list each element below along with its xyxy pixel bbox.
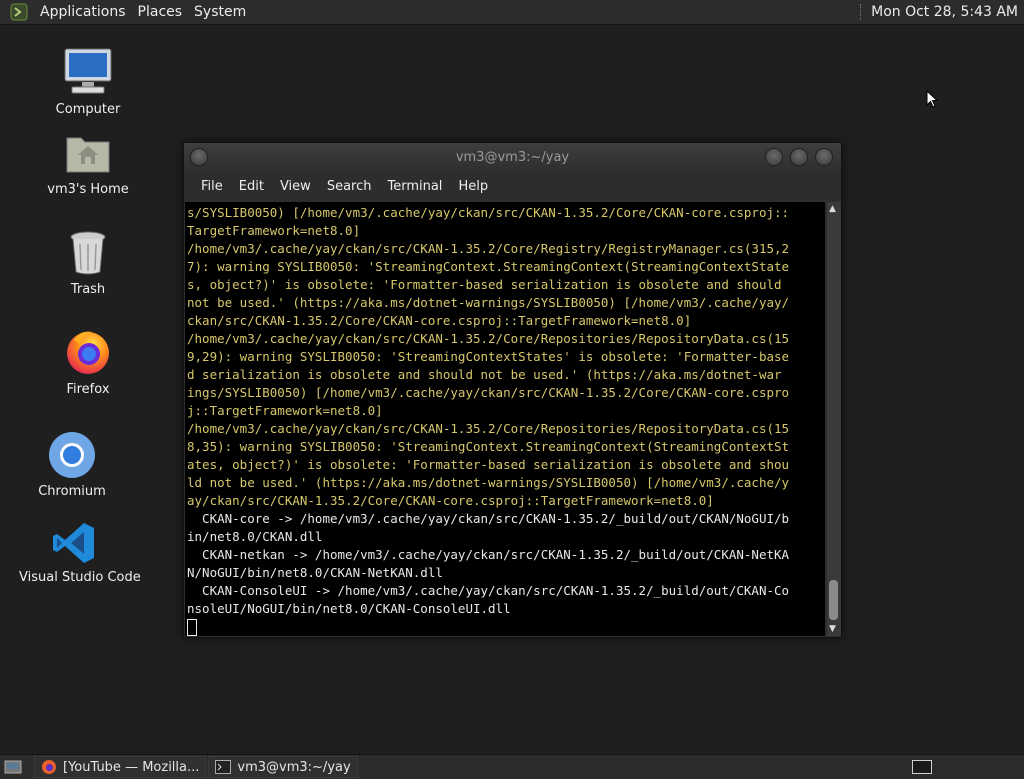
scroll-down-arrow-icon[interactable]: ▼ (829, 624, 836, 634)
maximize-button[interactable] (790, 148, 808, 166)
top-panel: Applications Places System Mon Oct 28, 5… (0, 0, 1024, 25)
clock[interactable]: Mon Oct 28, 5:43 AM (871, 4, 1018, 20)
terminal-menubar: File Edit View Search Terminal Help (184, 171, 841, 201)
desktop-icon-firefox[interactable]: Firefox (33, 326, 143, 397)
terminal-line: ld not be used.' (https://aka.ms/dotnet-… (187, 475, 790, 490)
desktop-icon-label: Chromium (38, 484, 106, 499)
distro-logo-icon[interactable] (8, 2, 30, 22)
terminal-text: s/SYSLIB0050) [/home/vm3/.cache/yay/ckan… (185, 202, 825, 636)
desktop-icon-label: Computer (55, 102, 121, 117)
terminal-line: TargetFramework=net8.0] (187, 223, 361, 238)
menu-help[interactable]: Help (450, 179, 496, 194)
chromium-icon (17, 430, 127, 480)
taskbar-item-label: vm3@vm3:~/yay (237, 759, 351, 775)
computer-icon (33, 44, 143, 98)
vscode-icon (19, 520, 129, 566)
terminal-line: s/SYSLIB0050) [/home/vm3/.cache/yay/ckan… (187, 205, 790, 220)
terminal-output[interactable]: s/SYSLIB0050) [/home/vm3/.cache/yay/ckan… (185, 202, 825, 636)
trash-icon (33, 228, 143, 278)
terminal-line: ings/SYSLIB0050) [/home/vm3/.cache/yay/c… (187, 385, 790, 400)
terminal-line: d serialization is obsolete and should n… (187, 367, 782, 382)
menu-search[interactable]: Search (319, 179, 380, 194)
terminal-line: /home/vm3/.cache/yay/ckan/src/CKAN-1.35.… (187, 241, 790, 256)
desktop-icon-label: Visual Studio Code (19, 570, 141, 585)
scrollbar-thumb[interactable] (829, 580, 838, 620)
terminal-scrollbar[interactable]: ▲ ▼ (827, 202, 841, 636)
terminal-window[interactable]: vm3@vm3:~/yay File Edit View Search Term… (183, 142, 842, 638)
window-titlebar[interactable]: vm3@vm3:~/yay (184, 143, 841, 171)
firefox-icon (33, 326, 143, 378)
mouse-pointer-icon (926, 90, 938, 108)
window-title: vm3@vm3:~/yay (455, 149, 570, 165)
desktop-icon-home[interactable]: vm3's Home (33, 128, 143, 197)
desktop-icon-label: Firefox (66, 382, 110, 397)
home-folder-icon (33, 128, 143, 178)
desktop-icon-vscode[interactable]: Visual Studio Code (19, 520, 141, 585)
taskbar-item-label: [YouTube — Mozilla... (63, 759, 200, 775)
terminal-line: /home/vm3/.cache/yay/ckan/src/CKAN-1.35.… (187, 331, 790, 346)
terminal-line: s, object?)' is obsolete: 'Formatter-bas… (187, 277, 782, 292)
terminal-cursor (187, 619, 197, 636)
panel-separator (860, 4, 863, 20)
terminal-line: N/NoGUI/bin/net8.0/CKAN-NetKAN.dll (187, 565, 443, 580)
terminal-line: in/net8.0/CKAN.dll (187, 529, 323, 544)
terminal-line: nsoleUI/NoGUI/bin/net8.0/CKAN-ConsoleUI.… (187, 601, 511, 616)
close-button[interactable] (815, 148, 833, 166)
workspace-switcher-icon[interactable] (912, 760, 932, 774)
menu-view[interactable]: View (272, 179, 319, 194)
places-menu[interactable]: Places (132, 4, 189, 20)
window-menu-button[interactable] (190, 148, 208, 166)
menu-edit[interactable]: Edit (231, 179, 272, 194)
terminal-icon (215, 760, 232, 774)
menu-terminal[interactable]: Terminal (379, 179, 450, 194)
terminal-line: ay/ckan/src/CKAN-1.35.2/Core/CKAN-core.c… (187, 493, 714, 508)
scroll-up-arrow-icon[interactable]: ▲ (829, 204, 836, 214)
terminal-line: ckan/src/CKAN-1.35.2/Core/CKAN-core.cspr… (187, 313, 692, 328)
terminal-line: ates, object?)' is obsolete: 'Formatter-… (187, 457, 790, 472)
terminal-line: CKAN-core -> /home/vm3/.cache/yay/ckan/s… (202, 511, 790, 526)
show-desktop-icon[interactable] (4, 759, 22, 775)
taskbar-item-terminal[interactable]: vm3@vm3:~/yay (208, 756, 358, 778)
terminal-line: CKAN-netkan -> /home/vm3/.cache/yay/ckan… (202, 547, 790, 562)
menu-file[interactable]: File (193, 179, 231, 194)
terminal-line: CKAN-ConsoleUI -> /home/vm3/.cache/yay/c… (202, 583, 790, 598)
desktop-icon-chromium[interactable]: Chromium (17, 430, 127, 499)
desktop-icon-trash[interactable]: Trash (33, 228, 143, 297)
system-menu[interactable]: System (188, 4, 252, 20)
terminal-line: 7): warning SYSLIB0050: 'StreamingContex… (187, 259, 790, 274)
desktop-icon-computer[interactable]: Computer (33, 44, 143, 117)
minimize-button[interactable] (765, 148, 783, 166)
applications-menu[interactable]: Applications (34, 4, 132, 20)
terminal-line: /home/vm3/.cache/yay/ckan/src/CKAN-1.35.… (187, 421, 790, 436)
taskbar-item-firefox[interactable]: [YouTube — Mozilla... (34, 756, 207, 778)
terminal-line: 8,35): warning SYSLIB0050: 'StreamingCon… (187, 439, 790, 454)
desktop-icon-label: Trash (70, 282, 106, 297)
bottom-panel: [YouTube — Mozilla... vm3@vm3:~/yay (0, 754, 1024, 779)
terminal-line: j::TargetFramework=net8.0] (187, 403, 383, 418)
terminal-line: not be used.' (https://aka.ms/dotnet-war… (187, 295, 790, 310)
desktop-icon-label: vm3's Home (47, 182, 129, 197)
firefox-icon (41, 759, 57, 775)
terminal-line: 9,29): warning SYSLIB0050: 'StreamingCon… (187, 349, 790, 364)
